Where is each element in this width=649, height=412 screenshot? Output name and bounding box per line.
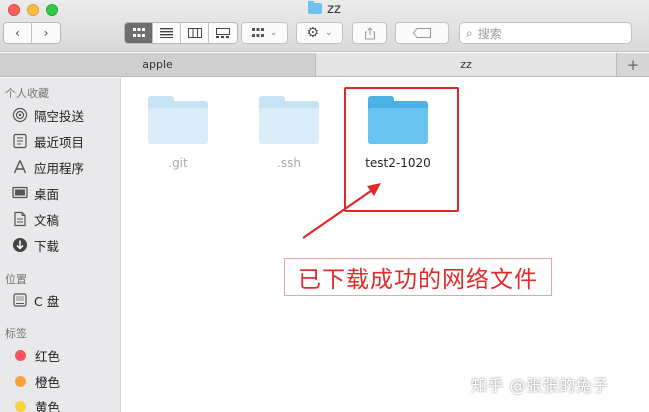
search-placeholder: 搜索: [477, 26, 502, 41]
sidebar-item-recents[interactable]: 最近项目: [11, 131, 84, 151]
sidebar-item-label: 桌面: [34, 186, 60, 202]
column-view-button[interactable]: [181, 23, 209, 43]
chevron-right-icon: ›: [43, 26, 49, 40]
highlight-box: [344, 87, 459, 212]
window-toolbar: zz ‹ › ⌄ ⚙ ⌄ ⌕ 搜索: [0, 0, 649, 52]
plus-icon: +: [626, 55, 640, 74]
applications-icon: [11, 159, 28, 176]
icon-view-button[interactable]: [125, 23, 153, 43]
group-grid-icon: [251, 28, 264, 37]
back-button[interactable]: ‹: [4, 23, 32, 43]
sidebar-section-tags: 标签: [5, 327, 27, 340]
tab-apple[interactable]: apple: [0, 53, 316, 76]
share-icon: [364, 26, 375, 39]
folder-icon: [148, 96, 208, 144]
sidebar-item-label: 应用程序: [34, 160, 85, 176]
forward-button[interactable]: ›: [32, 23, 60, 43]
sidebar-item-tag-red[interactable]: 红色: [11, 345, 60, 365]
gear-icon: ⚙: [306, 25, 319, 41]
sidebar: 个人收藏 隔空投送 最近项目 应用程序 桌面 文稿 下载 位置 C 盘 标签 红…: [0, 78, 121, 412]
window-title: zz: [0, 1, 649, 17]
sidebar-item-label: 最近项目: [34, 134, 85, 150]
folder-icon: [308, 1, 323, 14]
navigation-buttons: ‹ ›: [3, 22, 61, 44]
sidebar-item-label: 文稿: [34, 212, 60, 228]
yellow-tag-dot-icon: [15, 400, 26, 412]
recents-icon: [11, 133, 28, 150]
sidebar-item-c-drive[interactable]: C 盘: [11, 290, 59, 310]
tag-icon: [413, 28, 431, 38]
sidebar-item-label: C 盘: [34, 293, 60, 309]
file-item-git[interactable]: .git: [138, 96, 218, 170]
sidebar-item-label: 红色: [35, 348, 61, 364]
sidebar-item-tag-yellow[interactable]: 黄色: [11, 396, 60, 412]
new-tab-button[interactable]: +: [617, 53, 649, 76]
file-name: .ssh: [277, 156, 301, 170]
watermark-text: 知乎 @张张的兔子: [471, 376, 609, 395]
documents-icon: [11, 211, 28, 228]
list-view-button[interactable]: [153, 23, 181, 43]
gallery-view-button[interactable]: [209, 23, 237, 43]
sidebar-section-locations: 位置: [5, 273, 27, 286]
search-icon: ⌕: [466, 25, 473, 40]
tab-bar: apple zz +: [0, 53, 649, 77]
airdrop-icon: [11, 107, 28, 124]
chevron-down-icon: ⌄: [269, 28, 278, 38]
file-item-ssh[interactable]: .ssh: [249, 96, 329, 170]
sidebar-item-documents[interactable]: 文稿: [11, 209, 59, 229]
downloads-icon: [11, 237, 28, 254]
icon-view-icon: [132, 28, 145, 37]
action-menu-button[interactable]: ⚙ ⌄: [296, 22, 343, 44]
view-mode-control: [124, 22, 238, 44]
chevron-left-icon: ‹: [15, 26, 20, 40]
gallery-view-icon: [216, 28, 230, 38]
folder-icon: [259, 96, 319, 144]
red-tag-dot-icon: [15, 349, 26, 361]
sidebar-item-label: 下载: [34, 238, 60, 254]
sidebar-item-applications[interactable]: 应用程序: [11, 157, 84, 177]
orange-tag-dot-icon: [15, 375, 26, 387]
list-view-icon: [160, 28, 173, 38]
sidebar-item-downloads[interactable]: 下载: [11, 235, 59, 255]
share-button[interactable]: [352, 22, 387, 44]
sidebar-item-airdrop[interactable]: 隔空投送: [11, 105, 84, 125]
search-field[interactable]: ⌕ 搜索: [459, 22, 632, 44]
sidebar-item-label: 橙色: [35, 374, 61, 390]
sidebar-item-label: 隔空投送: [34, 108, 85, 124]
file-name: .git: [168, 156, 188, 170]
tab-zz[interactable]: zz: [316, 53, 617, 76]
sidebar-item-tag-orange[interactable]: 橙色: [11, 371, 60, 391]
disk-icon: [11, 292, 28, 309]
sidebar-section-favorites: 个人收藏: [5, 87, 49, 100]
window-title-text: zz: [327, 2, 341, 17]
sidebar-item-label: 黄色: [35, 399, 61, 412]
chevron-down-icon: ⌄: [325, 28, 333, 38]
sidebar-item-desktop[interactable]: 桌面: [11, 183, 59, 203]
desktop-icon: [11, 185, 28, 202]
column-view-icon: [187, 28, 202, 38]
annotation-label: 已下载成功的网络文件: [284, 258, 552, 296]
group-by-button[interactable]: ⌄: [241, 22, 288, 44]
tags-button[interactable]: [395, 22, 449, 44]
